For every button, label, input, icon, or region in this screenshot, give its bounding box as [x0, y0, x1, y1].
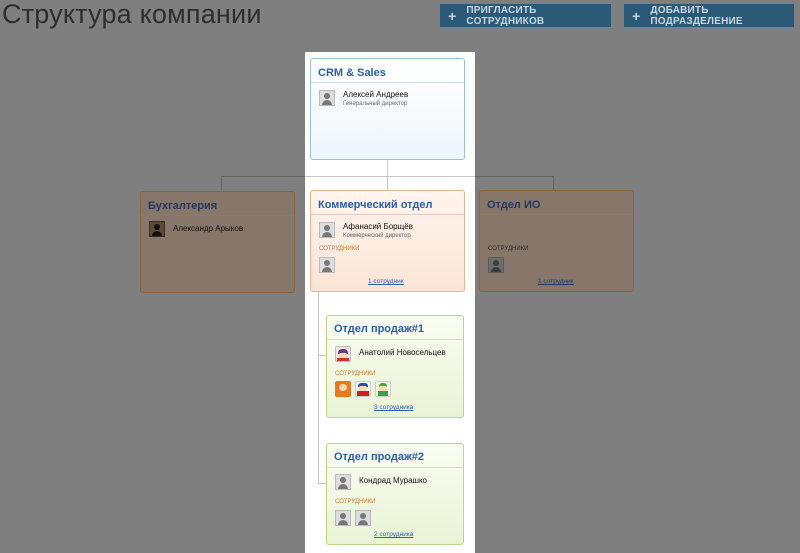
connector-line [318, 355, 326, 356]
department-head[interactable]: Афанасий Борщёв Коммерческий директор [319, 222, 413, 241]
department-title: Коммерческий отдел [318, 199, 433, 211]
employee-avatar-icon[interactable] [335, 381, 351, 397]
department-head[interactable]: Анатолий Новосельцев [335, 346, 446, 362]
person-name: Алексей Андреев [343, 90, 409, 99]
person-name: Анатолий Новосельцев [359, 348, 446, 357]
department-title: Отдел продаж#2 [334, 451, 425, 463]
staff-label: СОТРУДНИКИ [335, 499, 376, 505]
page-title: Структура компании [2, 0, 262, 29]
invite-employees-label: ПРИГЛАСИТЬ СОТРУДНИКОВ [466, 4, 545, 27]
department-title: CRM & Sales [318, 67, 386, 79]
staff-count-link[interactable]: 1 сотрудник [368, 278, 404, 285]
staff-count-link[interactable]: 1 сотрудник [538, 278, 574, 285]
connector-line [475, 176, 554, 177]
department-head[interactable]: Алексей Андреев Генеральный директор [319, 90, 408, 109]
employee-avatar-icon[interactable] [355, 510, 371, 526]
plus-icon: + [448, 7, 457, 24]
staff-label: СОТРУДНИКИ [335, 371, 376, 377]
employee-avatar-icon[interactable] [488, 257, 504, 273]
department-head[interactable]: Александр Арыков [149, 221, 243, 237]
staff-label: СОТРУДНИКИ [319, 246, 360, 252]
department-title: Бухгалтерия [148, 200, 218, 212]
department-title: Отдел продаж#1 [334, 323, 425, 335]
staff-count-link[interactable]: 3 сотрудника [374, 404, 413, 411]
employee-avatar-icon[interactable] [355, 381, 371, 397]
person-role: Коммерческий директор [343, 233, 411, 239]
avatar-icon [149, 221, 165, 237]
avatar-icon [335, 474, 351, 490]
plus-icon: + [632, 7, 641, 24]
person-name: Кондрад Мурашко [359, 476, 428, 485]
avatar-icon [335, 346, 351, 362]
person-role: Генеральный директор [343, 101, 408, 107]
avatar-icon [319, 222, 335, 238]
staff-count-link[interactable]: 2 сотрудника [374, 531, 413, 538]
invite-employees-button[interactable]: + ПРИГЛАСИТЬ СОТРУДНИКОВ [440, 4, 611, 27]
department-title: Отдел ИО [487, 199, 541, 211]
department-card-commercial[interactable]: Коммерческий отдел Афанасий Борщёв Комме… [310, 190, 465, 292]
department-card-crm-sales[interactable]: CRM & Sales Алексей Андреев Генеральный … [310, 58, 465, 160]
person-name: Александр Арыков [173, 224, 244, 233]
department-card-sales-1[interactable]: Отдел продаж#1 Анатолий Новосельцев СОТР… [326, 315, 464, 418]
employee-avatar-icon[interactable] [335, 510, 351, 526]
connector-line [318, 291, 319, 484]
connector-line [305, 176, 475, 177]
connector-line [318, 483, 326, 484]
avatar-icon [319, 90, 335, 106]
employee-avatar-icon[interactable] [319, 257, 335, 273]
employee-avatar-icon[interactable] [375, 381, 391, 397]
department-head[interactable]: Кондрад Мурашко [335, 474, 427, 490]
department-card-io[interactable]: Отдел ИО СОТРУДНИКИ 1 сотрудник [479, 190, 634, 292]
add-department-label: ДОБАВИТЬ ПОДРАЗДЕЛЕНИЕ [650, 4, 743, 27]
connector-line [221, 176, 222, 191]
connector-line [553, 176, 554, 191]
department-card-accounting[interactable]: Бухгалтерия Александр Арыков [140, 191, 295, 293]
department-card-sales-2[interactable]: Отдел продаж#2 Кондрад Мурашко СОТРУДНИК… [326, 443, 464, 545]
staff-label: СОТРУДНИКИ [488, 246, 529, 252]
person-name: Афанасий Борщёв [343, 222, 413, 231]
add-department-button[interactable]: + ДОБАВИТЬ ПОДРАЗДЕЛЕНИЕ [624, 4, 794, 27]
